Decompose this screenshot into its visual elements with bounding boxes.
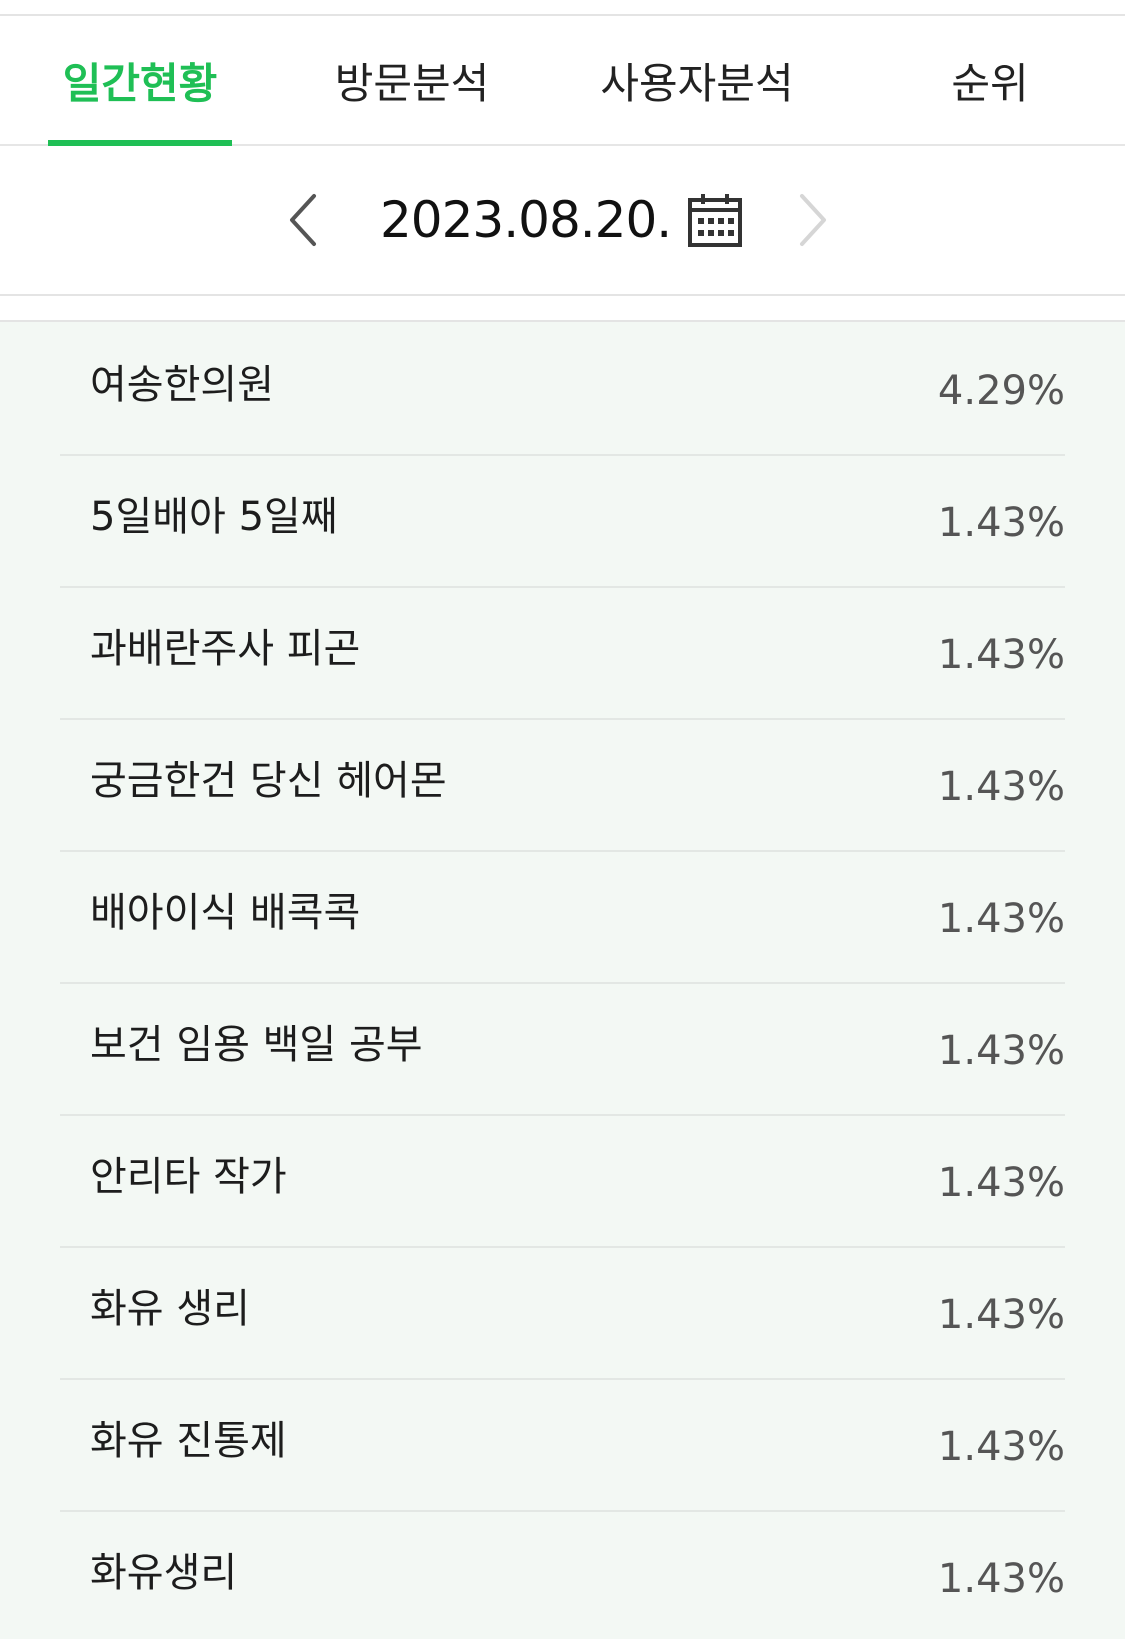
keyword-label: 배아이식 배콕콕 <box>90 890 361 936</box>
keyword-share: 1.43% <box>937 764 1065 810</box>
keyword-label: 궁금한건 당신 헤어몬 <box>90 758 447 804</box>
chevron-right-icon[interactable] <box>792 190 832 250</box>
tab-bar: 일간현황 방문분석 사용자분석 순위 <box>0 16 1125 146</box>
list-item[interactable]: 화유생리 1.43% <box>60 1510 1065 1642</box>
tab-ranking[interactable]: 순위 <box>900 16 1080 144</box>
list-item[interactable]: 화유 진통제 1.43% <box>60 1378 1065 1512</box>
keyword-share: 1.43% <box>937 1556 1065 1602</box>
keyword-share: 1.43% <box>937 1292 1065 1338</box>
keyword-share: 1.43% <box>937 632 1065 678</box>
keyword-label: 과배란주사 피곤 <box>90 626 361 672</box>
tab-visit-analysis[interactable]: 방문분석 <box>320 16 504 144</box>
keyword-list: 여송한의원 4.29% 5일배아 5일째 1.43% 과배란주사 피곤 1.43… <box>0 322 1125 1639</box>
keyword-share: 1.43% <box>937 1424 1065 1470</box>
list-item[interactable]: 여송한의원 4.29% <box>60 322 1065 456</box>
keyword-share: 1.43% <box>937 1028 1065 1074</box>
keyword-share: 1.43% <box>937 1160 1065 1206</box>
keyword-share: 1.43% <box>937 500 1065 546</box>
date-navigator: 2023.08.20. <box>0 146 1125 296</box>
chevron-left-icon[interactable] <box>284 190 324 250</box>
section-divider <box>0 296 1125 322</box>
keyword-label: 여송한의원 <box>90 362 274 408</box>
list-item[interactable]: 궁금한건 당신 헤어몬 1.43% <box>60 718 1065 852</box>
keyword-label: 화유 생리 <box>90 1286 250 1332</box>
keyword-label: 안리타 작가 <box>90 1154 287 1200</box>
list-item[interactable]: 화유 생리 1.43% <box>60 1246 1065 1380</box>
tab-daily-status[interactable]: 일간현황 <box>48 16 232 144</box>
calendar-icon[interactable] <box>687 192 743 248</box>
list-item[interactable]: 5일배아 5일째 1.43% <box>60 454 1065 588</box>
keyword-share: 4.29% <box>937 368 1065 414</box>
list-item[interactable]: 안리타 작가 1.43% <box>60 1114 1065 1248</box>
current-date: 2023.08.20. <box>380 191 672 249</box>
top-border <box>0 0 1125 16</box>
keyword-label: 화유생리 <box>90 1550 238 1596</box>
keyword-label: 5일배아 5일째 <box>90 494 338 540</box>
keyword-label: 보건 임용 백일 공부 <box>90 1022 423 1068</box>
list-item[interactable]: 보건 임용 백일 공부 1.43% <box>60 982 1065 1116</box>
tab-user-analysis[interactable]: 사용자분석 <box>582 16 812 144</box>
list-item[interactable]: 과배란주사 피곤 1.43% <box>60 586 1065 720</box>
list-item[interactable]: 배아이식 배콕콕 1.43% <box>60 850 1065 984</box>
keyword-label: 화유 진통제 <box>90 1418 287 1464</box>
keyword-share: 1.43% <box>937 896 1065 942</box>
